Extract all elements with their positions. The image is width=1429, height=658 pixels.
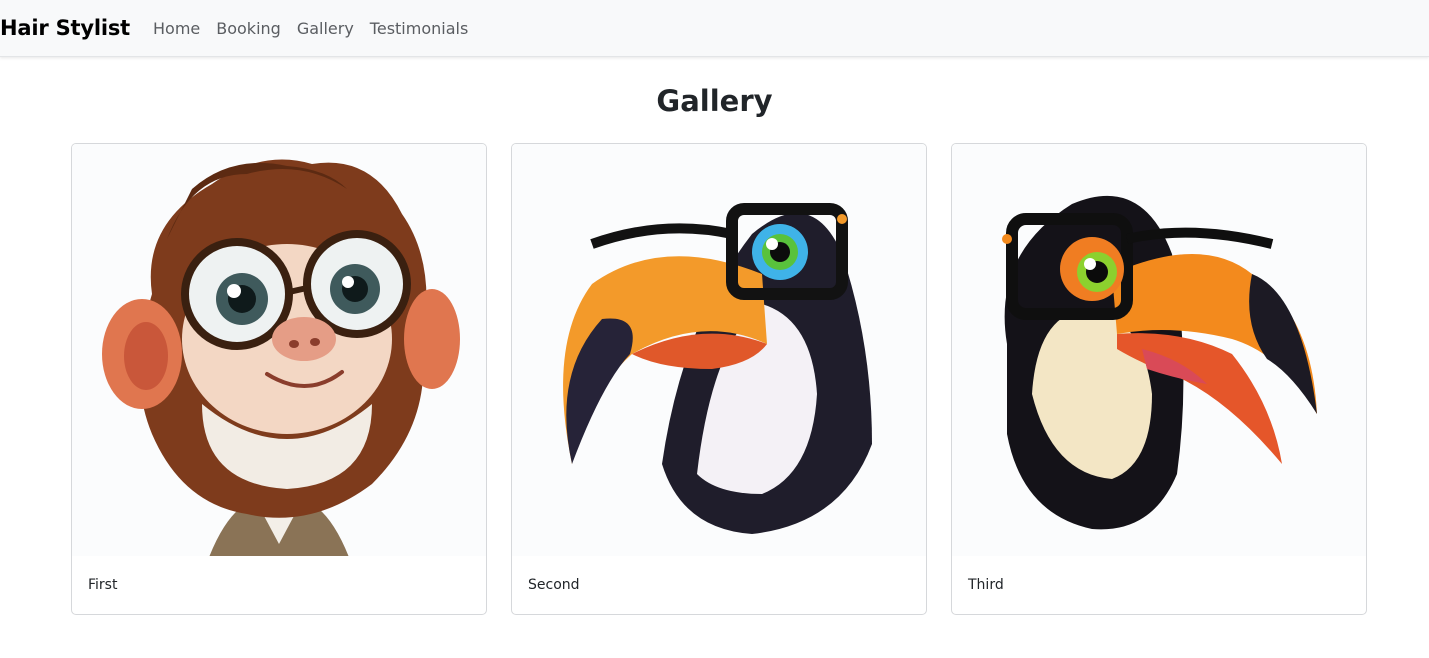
toucan-illustration-icon bbox=[1002, 195, 1317, 530]
brand-logo-link[interactable]: Hair Stylist bbox=[0, 16, 130, 40]
nav-link-home[interactable]: Home bbox=[153, 19, 200, 38]
nav-link-gallery[interactable]: Gallery bbox=[297, 19, 354, 38]
toucan-image bbox=[952, 144, 1366, 556]
monkey-image bbox=[72, 144, 486, 556]
page-title: Gallery bbox=[656, 84, 773, 118]
toucan-image bbox=[512, 144, 926, 556]
toucan-illustration-icon bbox=[563, 203, 872, 534]
nav-link-testimonials[interactable]: Testimonials bbox=[370, 19, 469, 38]
card-caption: First bbox=[88, 577, 118, 593]
card-caption: Second bbox=[528, 577, 580, 593]
gallery-card-second[interactable]: Second bbox=[511, 143, 927, 615]
gallery-card-first[interactable]: First bbox=[71, 143, 487, 615]
nav-link-booking[interactable]: Booking bbox=[216, 19, 281, 38]
monkey-illustration-icon bbox=[102, 159, 460, 556]
gallery-card-third[interactable]: Third bbox=[951, 143, 1367, 615]
card-caption: Third bbox=[968, 577, 1004, 593]
top-navbar: Hair Stylist Home Booking Gallery Testim… bbox=[0, 0, 1429, 57]
